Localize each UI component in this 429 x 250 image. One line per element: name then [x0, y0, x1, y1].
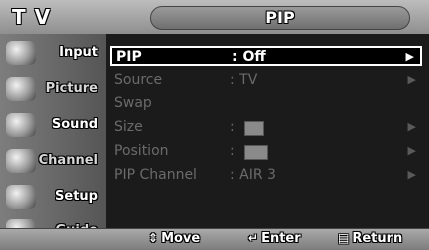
sidebar-item-label: Channel [38, 153, 98, 168]
menu-row-value: : TV [230, 72, 258, 88]
title-pill: PIP [150, 6, 410, 30]
menu-row-label: Position [114, 143, 169, 159]
updown-arrow-icon: ⇕ [148, 231, 159, 245]
menu-row-value: : [230, 143, 235, 159]
menu-row-label: Source [114, 72, 163, 88]
arrow-right-icon: ▶ [405, 50, 414, 63]
menu-row-swap[interactable]: Swap [110, 94, 422, 114]
sidebar-item-picture[interactable]: Picture [2, 72, 102, 106]
menu-row-value: : AIR 3 [230, 167, 276, 183]
return-icon: ▤ [338, 231, 350, 245]
hint-enter: ↵ Enter [248, 231, 301, 246]
header-bar: T V PIP [0, 0, 429, 35]
menu-row-source[interactable]: Source : TV ▶ [110, 71, 422, 91]
menu-row-pip-channel[interactable]: PIP Channel : AIR 3 ▶ [110, 166, 422, 186]
source-label: T V [12, 5, 52, 29]
hint-move: ⇕ Move [148, 231, 200, 246]
setup-icon [6, 185, 36, 209]
menu-row-label: PIP Channel [114, 167, 197, 183]
menu-row-value: : Off [232, 49, 266, 65]
enter-icon: ↵ [248, 231, 259, 245]
menu-row-size[interactable]: Size : ▶ [110, 118, 422, 138]
menu-row-value: : [230, 119, 235, 135]
arrow-right-icon: ▶ [407, 168, 416, 181]
arrow-right-icon: ▶ [407, 73, 416, 86]
sidebar-item-label: Setup [55, 189, 98, 204]
arrow-right-icon: ▶ [407, 144, 416, 157]
input-icon [6, 41, 36, 65]
sidebar-item-label: Input [59, 45, 98, 60]
sidebar-item-channel[interactable]: Channel [2, 144, 102, 178]
size-preview-icon [244, 121, 264, 136]
arrow-right-icon: ▶ [407, 120, 416, 133]
sound-icon [6, 113, 36, 137]
hint-return-label: Return [352, 231, 403, 246]
menu-row-position[interactable]: Position : ▶ [110, 142, 422, 162]
pip-menu-panel: PIP : Off ▶ Source : TV ▶ Swap Size : ▶ … [106, 34, 429, 228]
menu-row-label: Swap [114, 95, 152, 111]
picture-icon [6, 77, 36, 101]
channel-icon [6, 149, 36, 173]
sidebar-item-label: Picture [45, 81, 98, 96]
hint-move-label: Move [161, 231, 201, 246]
sidebar-item-sound[interactable]: Sound [2, 108, 102, 142]
footer-hint-bar: ⇕ Move ↵ Enter ▤ Return [0, 228, 429, 250]
menu-row-label: PIP [116, 49, 142, 65]
sidebar-item-label: Sound [51, 117, 98, 132]
position-preview-icon [244, 145, 268, 160]
page-title: PIP [265, 8, 295, 27]
sidebar-item-input[interactable]: Input [2, 36, 102, 70]
hint-return: ▤ Return [338, 231, 402, 246]
menu-row-label: Size [114, 119, 143, 135]
hint-enter-label: Enter [261, 231, 301, 246]
sidebar: Input Picture Sound Channel Setup Guide [0, 34, 106, 250]
sidebar-item-setup[interactable]: Setup [2, 180, 102, 214]
menu-row-pip[interactable]: PIP : Off ▶ [110, 46, 422, 66]
tv-osd-screen: T V PIP Input Picture Sound Channel Setu… [0, 0, 429, 250]
